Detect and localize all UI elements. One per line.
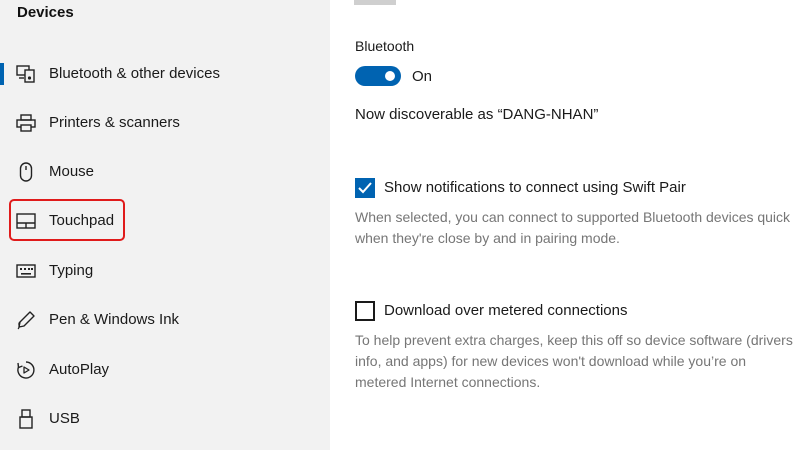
swift-pair-label: Show notifications to connect using Swif… xyxy=(384,179,686,196)
usb-icon xyxy=(15,409,37,429)
bluetooth-toggle-state: On xyxy=(412,68,433,85)
sidebar-item-label: USB xyxy=(49,410,80,427)
touchpad-highlight-box xyxy=(9,199,125,241)
top-scroll-stub xyxy=(354,0,396,5)
sidebar: Devices Bluetooth & other devices Printe… xyxy=(0,0,330,450)
keyboard-icon xyxy=(15,261,37,281)
printer-icon xyxy=(15,113,37,133)
sidebar-item-label: Pen & Windows Ink xyxy=(49,311,180,328)
sidebar-item-label: Printers & scanners xyxy=(49,114,180,131)
sidebar-item-autoplay[interactable]: AutoPlay xyxy=(0,350,330,390)
selection-indicator xyxy=(0,63,4,85)
sidebar-item-label: Typing xyxy=(49,262,94,279)
description-line: when they're close by and in pairing mod… xyxy=(355,230,620,246)
metered-label: Download over metered connections xyxy=(384,302,628,319)
pen-icon xyxy=(15,310,37,330)
toggle-knob xyxy=(385,71,395,81)
sidebar-item-pen[interactable]: Pen & Windows Ink xyxy=(0,300,330,340)
swift-pair-description: When selected, you can connect to suppor… xyxy=(355,207,790,249)
description-line: info, and apps) for new devices won't do… xyxy=(355,353,747,369)
sidebar-item-typing[interactable]: Typing xyxy=(0,251,330,291)
sidebar-item-label: AutoPlay xyxy=(49,361,110,378)
sidebar-item-mouse[interactable]: Mouse xyxy=(0,152,330,192)
mouse-icon xyxy=(15,162,37,182)
description-line: metered Internet connections. xyxy=(355,374,541,390)
metered-checkbox[interactable] xyxy=(355,301,375,321)
bluetooth-label: Bluetooth xyxy=(355,38,415,54)
description-line: To help prevent extra charges, keep this… xyxy=(355,332,793,348)
sidebar-title: Devices xyxy=(17,4,74,21)
sidebar-item-bluetooth[interactable]: Bluetooth & other devices xyxy=(0,54,330,94)
bluetooth-devices-icon xyxy=(15,64,37,84)
discoverable-text: Now discoverable as “DANG-NHAN” xyxy=(355,106,599,123)
checkmark-icon xyxy=(358,182,372,194)
sidebar-item-usb[interactable]: USB xyxy=(0,399,330,439)
description-line: When selected, you can connect to suppor… xyxy=(355,209,791,225)
sidebar-item-label: Mouse xyxy=(49,163,95,180)
metered-description: To help prevent extra charges, keep this… xyxy=(355,330,793,393)
sidebar-item-label: Bluetooth & other devices xyxy=(49,65,220,82)
bluetooth-toggle[interactable] xyxy=(355,66,401,86)
swift-pair-checkbox[interactable] xyxy=(355,178,375,198)
autoplay-icon xyxy=(15,360,37,380)
sidebar-item-printers[interactable]: Printers & scanners xyxy=(0,103,330,143)
